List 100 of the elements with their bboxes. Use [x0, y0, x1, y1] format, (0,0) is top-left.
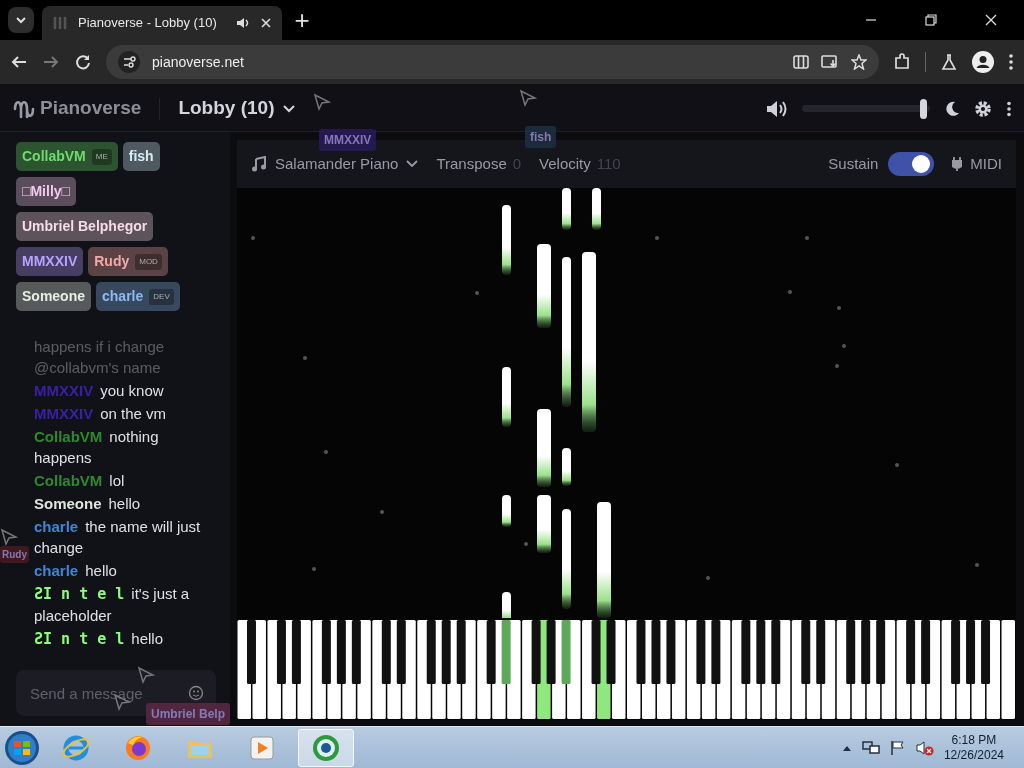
restore-icon[interactable] — [924, 13, 938, 27]
sustain-toggle[interactable] — [888, 152, 935, 176]
piano-key[interactable] — [846, 620, 856, 684]
tab-list-button[interactable] — [8, 7, 34, 33]
flag-icon[interactable] — [889, 739, 906, 756]
piano-key[interactable] — [276, 620, 286, 684]
piano-key[interactable] — [321, 620, 331, 684]
chat-message: Someone hello — [34, 494, 142, 514]
user-name: charle — [102, 287, 144, 306]
browser-icon — [311, 732, 341, 763]
address-bar[interactable]: pianoverse.net — [106, 45, 879, 79]
more-icon[interactable] — [1006, 100, 1012, 117]
chat-author[interactable]: CollabVM — [34, 472, 103, 489]
piano-key[interactable] — [741, 620, 751, 684]
user-tag[interactable]: Rudy MOD — [88, 247, 168, 276]
close-icon[interactable] — [260, 17, 272, 29]
muted-speaker-icon[interactable] — [915, 739, 934, 756]
piano-key[interactable] — [921, 620, 931, 684]
piano-key[interactable] — [456, 620, 466, 684]
piano-key[interactable] — [966, 620, 976, 684]
transpose-label: Transpose — [436, 153, 507, 174]
moon-icon[interactable] — [944, 100, 960, 117]
cursor-label: fish — [525, 126, 557, 148]
piano-key[interactable] — [951, 620, 961, 684]
user-tag[interactable]: □Milly□ — [16, 177, 77, 206]
cursor-icon — [0, 528, 18, 546]
piano-key[interactable] — [531, 620, 541, 684]
chat-author[interactable]: ƧI n t e l — [34, 585, 125, 603]
piano-key[interactable] — [696, 620, 706, 684]
piano-key[interactable] — [666, 620, 676, 684]
user-tag[interactable]: fish — [122, 142, 160, 171]
cursor-label: MMXXIV — [319, 129, 377, 151]
piano-key[interactable] — [591, 620, 601, 684]
piano-key[interactable] — [876, 620, 886, 684]
piano-key[interactable] — [396, 620, 406, 684]
piano-key[interactable] — [756, 620, 766, 684]
piano-key[interactable] — [816, 620, 826, 684]
instrument-dropdown[interactable]: Salamander Piano — [251, 152, 419, 176]
piano-key[interactable] — [426, 620, 436, 684]
chat-author[interactable]: charle — [34, 518, 79, 535]
user-tag[interactable]: Umbriel Belphegor — [16, 212, 154, 241]
reload-icon[interactable] — [74, 53, 92, 71]
active-taskbar-button[interactable] — [298, 728, 354, 767]
cursor-icon — [519, 89, 537, 107]
user-tag[interactable]: Someone — [16, 282, 91, 311]
profile-icon[interactable] — [972, 51, 994, 73]
piano-key[interactable] — [906, 620, 916, 684]
volume-thumb[interactable] — [920, 98, 928, 119]
piano-key[interactable] — [981, 620, 991, 684]
network-icon[interactable] — [861, 739, 880, 756]
chat-author[interactable]: Someone — [34, 495, 102, 512]
piano-key[interactable] — [801, 620, 811, 684]
chat-message: ƧI n t e l hello — [34, 629, 164, 650]
piano-key[interactable] — [861, 620, 871, 684]
browser-tab[interactable]: Pianoverse - Lobby (10) — [42, 6, 282, 40]
role-badge: MOD — [135, 253, 162, 270]
star-icon[interactable] — [851, 54, 867, 70]
piano-logo-icon — [52, 15, 68, 31]
chevron-down-icon — [282, 103, 297, 114]
chat-author[interactable]: CollabVM — [34, 428, 103, 445]
speaker-icon — [236, 16, 250, 30]
volume-slider[interactable] — [802, 98, 930, 119]
piano-key[interactable] — [651, 620, 661, 684]
piano-key[interactable] — [336, 620, 346, 684]
midi-button[interactable]: MIDI — [952, 152, 1002, 176]
piano-key[interactable] — [486, 620, 496, 684]
user-name: Someone — [22, 287, 85, 306]
piano-key[interactable] — [441, 620, 451, 684]
extensions-icon[interactable] — [893, 53, 911, 71]
cursor-label: Umbriel Belp — [146, 703, 230, 725]
volume-icon[interactable] — [766, 99, 788, 118]
room-dropdown[interactable]: Lobby (10) — [178, 94, 297, 123]
flask-icon[interactable] — [940, 53, 958, 71]
piano-key[interactable] — [711, 620, 721, 684]
emoji-icon[interactable] — [188, 685, 204, 701]
start-orb-icon[interactable] — [4, 729, 40, 766]
user-name: Umbriel Belphegor — [22, 217, 148, 236]
install-app-icon[interactable] — [821, 54, 839, 70]
piano-key[interactable] — [351, 620, 361, 684]
user-tag[interactable]: charle DEV — [96, 282, 180, 311]
user-tag[interactable]: CollabVM ME — [16, 142, 118, 171]
piano-key[interactable] — [636, 620, 646, 684]
chat-author[interactable]: ƧI n t e l — [34, 630, 125, 648]
new-tab-button[interactable]: + — [290, 8, 314, 32]
cursor-label: Rudy — [0, 546, 29, 563]
piano-keys-icon[interactable] — [793, 54, 809, 70]
close-icon[interactable] — [984, 13, 998, 27]
settings-icon[interactable] — [974, 99, 992, 118]
chat-author[interactable]: charle — [34, 562, 79, 579]
role-badge: ME — [91, 148, 112, 165]
user-name: Rudy — [94, 252, 130, 271]
more-icon[interactable] — [1008, 53, 1014, 71]
piano-key[interactable] — [771, 620, 781, 684]
user-tag[interactable]: MMXXIV — [16, 247, 84, 276]
cursor-icon — [313, 93, 331, 111]
user-name: MMXXIV — [22, 252, 78, 271]
tab-title: Pianoverse - Lobby (10) — [78, 14, 218, 33]
piano-key[interactable] — [291, 620, 301, 684]
clock[interactable]: 6:18 PM 12/26/2024 — [943, 732, 1004, 763]
piano-key[interactable] — [381, 620, 391, 684]
